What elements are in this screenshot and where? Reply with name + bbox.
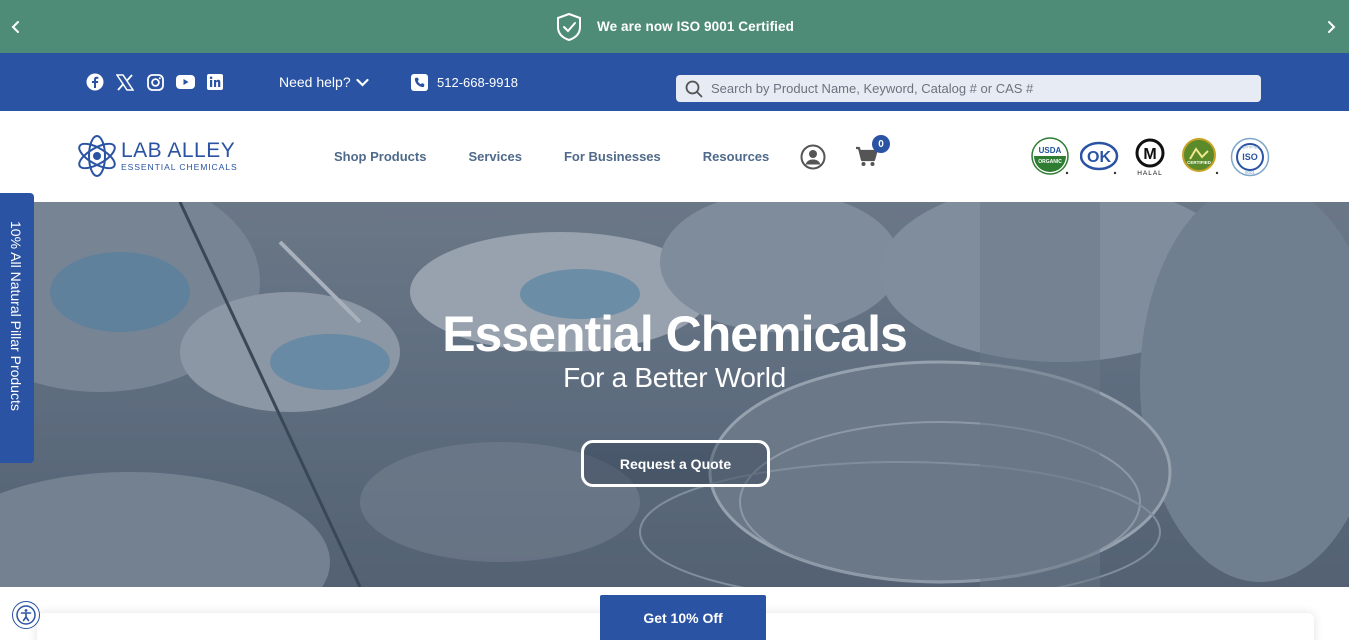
next-announcement-button[interactable] xyxy=(1315,0,1347,53)
organic-label: ORGANIC xyxy=(1038,159,1062,165)
phone-icon xyxy=(411,73,428,91)
need-help-label: Need help? xyxy=(279,74,351,90)
facebook-icon xyxy=(86,73,104,91)
side-promo-label: 10% All Natural Pillar Products xyxy=(8,221,24,411)
chevron-left-icon xyxy=(11,20,19,33)
cart-button[interactable]: 0 xyxy=(855,135,890,170)
lab-alley-logo[interactable]: LAB ALLEY ESSENTIAL CHEMICALS xyxy=(75,134,238,178)
nav-services[interactable]: Services xyxy=(468,149,522,164)
chevron-right-icon xyxy=(1328,20,1336,33)
phone-link[interactable]: 512-668-9918 xyxy=(411,53,518,111)
side-promo-tab[interactable]: 10% All Natural Pillar Products xyxy=(0,193,34,463)
account-button[interactable] xyxy=(800,144,826,170)
iso-label: ISO xyxy=(1242,152,1258,162)
usda-organic-badge: USDA ORGANIC xyxy=(1030,137,1070,177)
nav-resources[interactable]: Resources xyxy=(703,149,769,164)
main-nav: Shop Products Services For Businesses Re… xyxy=(334,111,811,202)
linkedin-icon xyxy=(207,74,223,90)
nav-for-businesses[interactable]: For Businesses xyxy=(564,149,661,164)
certified-seal-badge: CERTIFIED xyxy=(1180,137,1220,177)
phone-number: 512-668-9918 xyxy=(437,74,518,90)
halal-label: HALAL xyxy=(1137,170,1163,177)
announcement-text: We are now ISO 9001 Certified xyxy=(597,19,794,34)
accessibility-button[interactable] xyxy=(12,601,40,629)
instagram-link[interactable] xyxy=(145,72,165,92)
main-header: LAB ALLEY ESSENTIAL CHEMICALS Shop Produ… xyxy=(0,111,1349,202)
announcement-message[interactable]: We are now ISO 9001 Certified xyxy=(555,12,794,42)
x-link[interactable] xyxy=(115,72,135,92)
search-bar xyxy=(676,75,1261,102)
hero-subtitle: For a Better World xyxy=(563,362,786,393)
atom-logo-icon xyxy=(78,135,116,177)
hero-banner: Essential Chemicals For a Better World R… xyxy=(0,202,1349,587)
announcement-bar: We are now ISO 9001 Certified xyxy=(0,0,1349,53)
instagram-icon xyxy=(146,73,164,91)
ok-kosher-badge: OK xyxy=(1079,137,1120,177)
logo-tagline: ESSENTIAL CHEMICALS xyxy=(121,162,238,173)
usda-label: USDA xyxy=(1039,146,1062,155)
chevron-down-icon xyxy=(356,78,369,87)
youtube-icon xyxy=(175,75,195,89)
certification-badges: USDA ORGANIC OK M HALAL CERTIFIED CERTIF… xyxy=(1030,137,1270,177)
need-help-dropdown[interactable]: Need help? xyxy=(279,53,369,111)
prev-announcement-button[interactable] xyxy=(0,0,32,53)
search-input[interactable] xyxy=(711,81,1241,96)
accessibility-icon xyxy=(16,605,36,625)
hero-title: Essential Chemicals xyxy=(442,306,908,362)
linkedin-link[interactable] xyxy=(205,72,225,92)
social-links xyxy=(85,53,225,111)
logo-title: LAB ALLEY xyxy=(121,139,236,163)
get-discount-button[interactable]: Get 10% Off xyxy=(600,595,766,640)
ok-label: OK xyxy=(1087,149,1111,166)
iso-9001-badge: CERTIFIED ISO 9001 xyxy=(1230,137,1270,177)
facebook-link[interactable] xyxy=(85,72,105,92)
utility-bar: Need help? 512-668-9918 xyxy=(0,53,1349,111)
halal-badge: M HALAL xyxy=(1130,137,1170,177)
x-icon xyxy=(116,73,134,91)
iso-ring-label: CERTIFIED xyxy=(1240,146,1260,150)
shield-check-icon xyxy=(557,12,581,41)
cart-count-badge: 0 xyxy=(872,135,890,153)
request-quote-button[interactable]: Request a Quote xyxy=(581,440,770,487)
youtube-link[interactable] xyxy=(175,72,195,92)
search-icon xyxy=(685,80,703,97)
nav-shop-products[interactable]: Shop Products xyxy=(334,149,426,164)
hero-overlay xyxy=(0,202,1349,587)
user-account-icon xyxy=(800,144,826,170)
halal-mark-label: M xyxy=(1143,146,1156,163)
certified-label: CERTIFIED xyxy=(1187,160,1212,165)
iso-number-label: 9001 xyxy=(1245,170,1256,175)
